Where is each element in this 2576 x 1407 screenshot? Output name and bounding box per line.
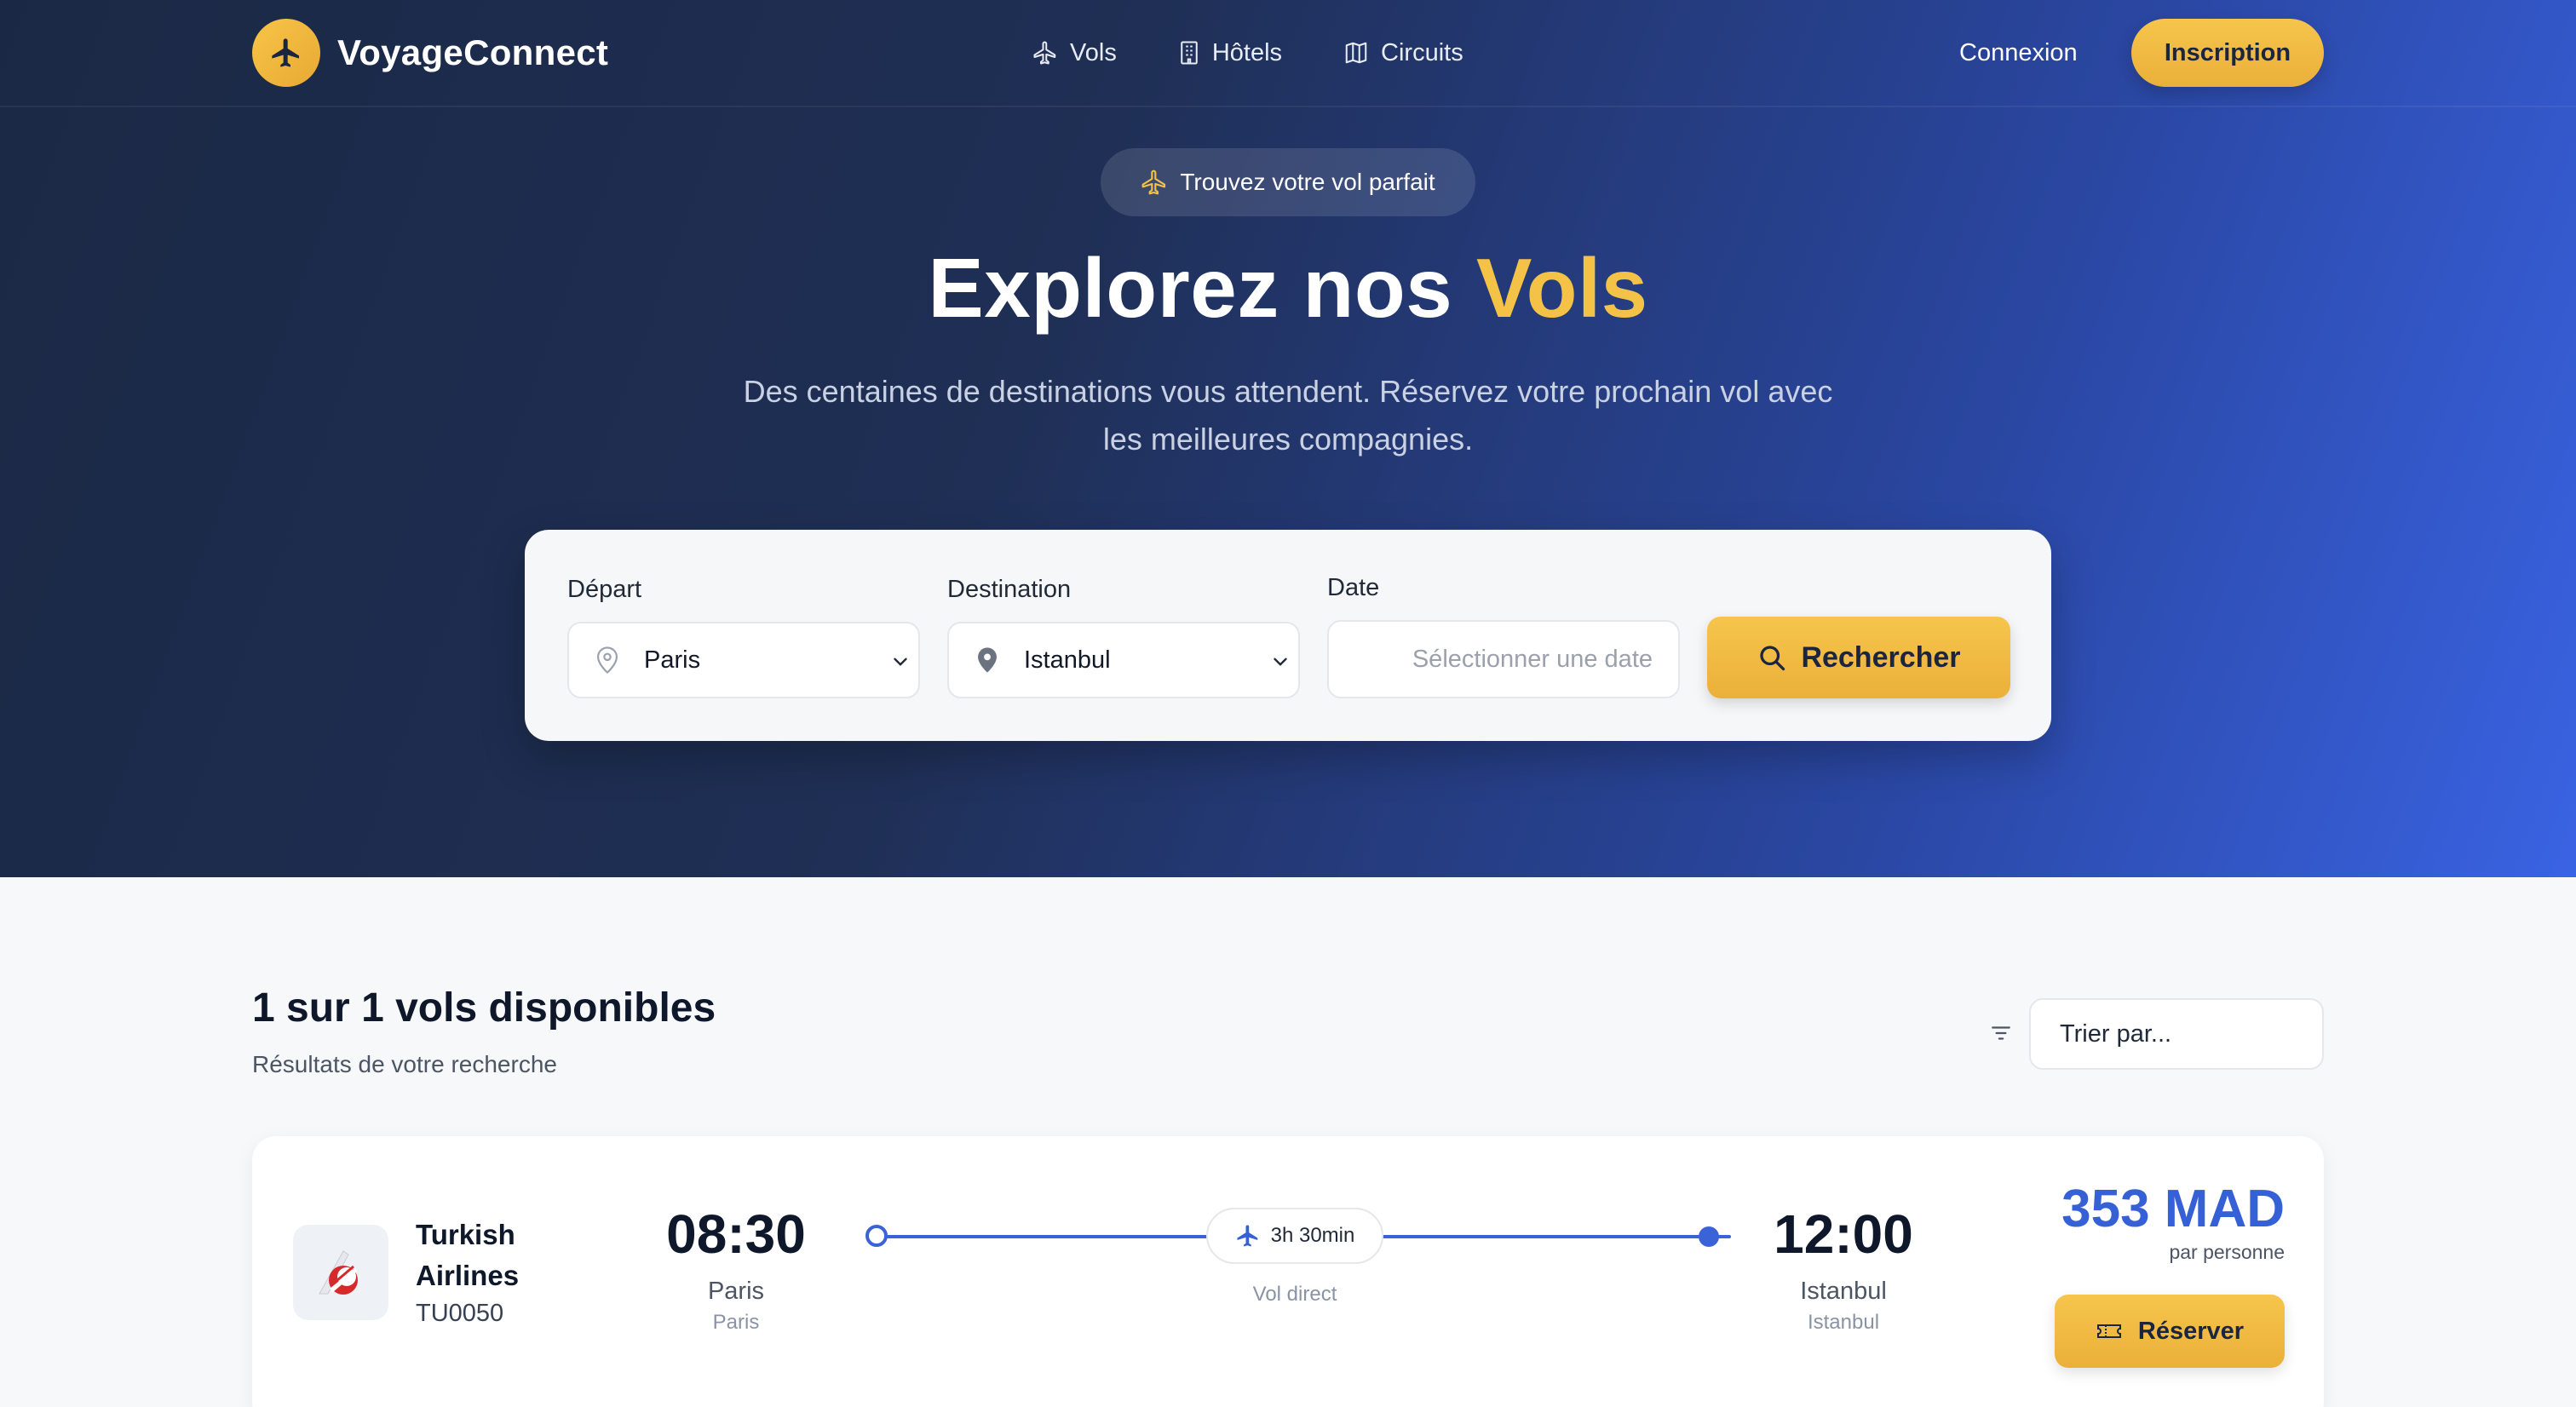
destination-value: Istanbul bbox=[1024, 646, 1111, 674]
plane-outline-icon bbox=[1033, 41, 1056, 65]
brand-name: VoyageConnect bbox=[337, 32, 609, 72]
map-pin-outline-icon bbox=[596, 646, 618, 675]
flight-number: TU0050 bbox=[416, 1300, 504, 1327]
airline-name: Turkish Airlines bbox=[416, 1219, 520, 1291]
date-placeholder: Sélectionner une date bbox=[1412, 645, 1653, 673]
date-label: Date bbox=[1327, 574, 1380, 601]
results-subtitle: Résultats de votre recherche bbox=[252, 1051, 557, 1077]
arrival-airport: Istanbul bbox=[1807, 1311, 1880, 1334]
departure-city: Paris bbox=[707, 1278, 765, 1305]
destination-label: Destination bbox=[947, 576, 1072, 603]
departure-time: 08:30 bbox=[666, 1203, 806, 1265]
nav-item-label: Vols bbox=[1070, 38, 1117, 66]
page-title-prefix: Explorez nos bbox=[928, 241, 1476, 335]
sort-placeholder: Trier par... bbox=[2060, 1019, 2172, 1048]
login-link[interactable]: Connexion bbox=[1959, 34, 2078, 72]
plane-icon bbox=[252, 19, 320, 87]
building-icon bbox=[1181, 41, 1198, 65]
top-navbar: VoyageConnect Vols Hôtels Circuits Conne… bbox=[0, 0, 2576, 107]
filter-icon[interactable] bbox=[1990, 1022, 2012, 1044]
nav-item-vols[interactable]: Vols bbox=[1032, 39, 1117, 67]
arrival-block: 12:00 Istanbul Istanbul bbox=[1750, 1203, 1937, 1335]
arrival-city: Istanbul bbox=[1800, 1278, 1887, 1305]
departure-value: Paris bbox=[644, 646, 701, 674]
departure-block: 08:30 Paris Paris bbox=[642, 1203, 830, 1335]
plane-icon bbox=[1237, 1225, 1257, 1247]
stops-label: Vol direct bbox=[1252, 1283, 1337, 1306]
chevron-down-icon bbox=[1274, 658, 1287, 666]
ticket-icon bbox=[2096, 1324, 2121, 1338]
departure-label: Départ bbox=[567, 576, 642, 603]
flight-card: Turkish Airlines TU0050 08:30 Paris Pari… bbox=[252, 1136, 2324, 1407]
signup-button[interactable]: Inscription bbox=[2131, 19, 2324, 87]
route-end-dot bbox=[1699, 1226, 1719, 1247]
hero-badge-label: Trouvez votre vol parfait bbox=[1180, 169, 1435, 195]
nav-item-label: Hôtels bbox=[1211, 38, 1283, 66]
hero-subtitle: Des centaines de destinations vous atten… bbox=[743, 374, 1833, 457]
nav-item-label: Circuits bbox=[1381, 38, 1463, 66]
turkish-airlines-logo-icon bbox=[319, 1250, 358, 1295]
departure-select[interactable]: Paris bbox=[567, 622, 920, 698]
map-icon bbox=[1345, 42, 1367, 64]
price-block: 353 MAD par personne bbox=[2061, 1179, 2285, 1264]
search-button[interactable]: Rechercher bbox=[1707, 617, 2010, 698]
destination-select[interactable]: Istanbul bbox=[947, 622, 1300, 698]
page-title: Explorez nos Vols bbox=[0, 240, 2576, 336]
duration-badge: 3h 30min bbox=[1206, 1208, 1383, 1264]
plane-outline-icon bbox=[1141, 169, 1166, 195]
price-unit: par personne bbox=[2169, 1241, 2285, 1263]
book-button[interactable]: Réserver bbox=[2055, 1295, 2285, 1368]
page-title-accent: Vols bbox=[1475, 241, 1648, 335]
brand[interactable]: VoyageConnect bbox=[252, 19, 608, 87]
duration-label: 3h 30min bbox=[1270, 1224, 1355, 1247]
map-pin-icon bbox=[978, 647, 997, 673]
search-icon bbox=[1760, 646, 1785, 671]
nav-item-hotels[interactable]: Hôtels bbox=[1178, 39, 1282, 67]
hero-section: VoyageConnect Vols Hôtels Circuits Conne… bbox=[0, 0, 2576, 877]
book-button-label: Réserver bbox=[2137, 1317, 2245, 1345]
nav-item-circuits[interactable]: Circuits bbox=[1343, 39, 1463, 67]
hero-badge: Trouvez votre vol parfait bbox=[1101, 148, 1475, 216]
date-input[interactable]: Sélectionner une date bbox=[1327, 620, 1680, 698]
route-start-dot bbox=[865, 1225, 888, 1247]
results-title: 1 sur 1 vols disponibles bbox=[252, 985, 716, 1031]
price-amount: 353 MAD bbox=[2061, 1180, 2285, 1238]
sort-select[interactable]: Trier par... bbox=[2029, 998, 2324, 1070]
arrival-time: 12:00 bbox=[1774, 1203, 1913, 1265]
search-form: Départ Paris Destination Istanbul Date S… bbox=[525, 530, 2051, 741]
search-button-label: Rechercher bbox=[1801, 640, 1961, 674]
chevron-down-icon bbox=[894, 658, 907, 666]
departure-airport: Paris bbox=[712, 1311, 760, 1334]
main-nav: Vols Hôtels Circuits bbox=[1032, 31, 1525, 75]
airline-logo bbox=[293, 1225, 388, 1320]
